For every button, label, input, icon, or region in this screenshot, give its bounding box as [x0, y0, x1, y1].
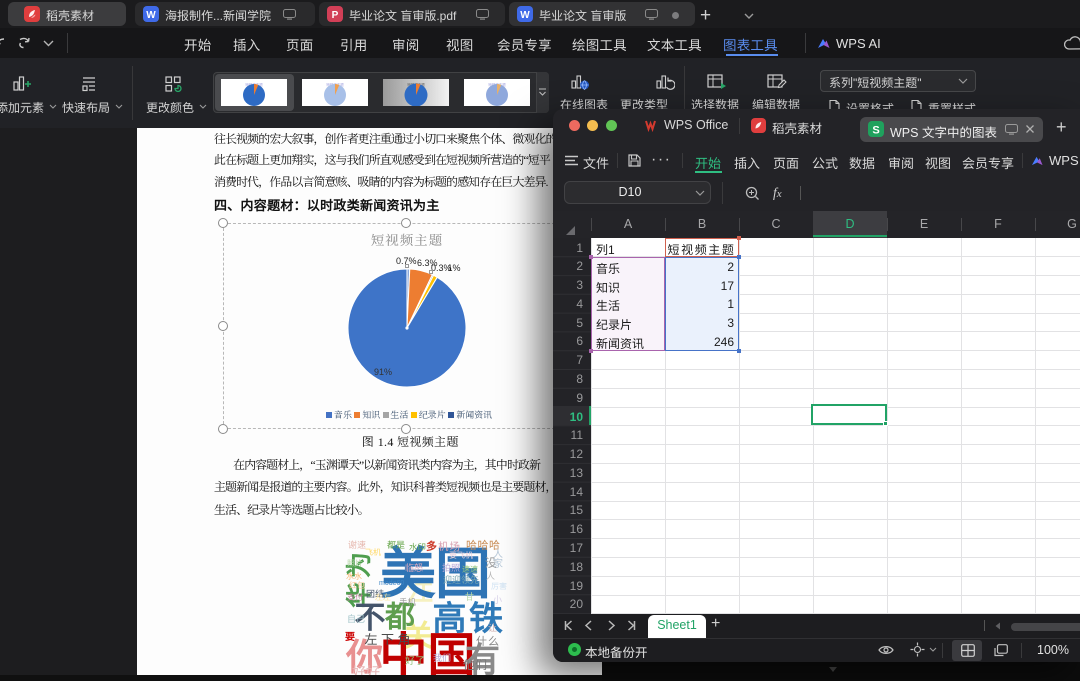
svg-text:S: S: [872, 125, 879, 137]
svg-text:W: W: [520, 10, 530, 21]
svg-text:W: W: [146, 10, 156, 21]
svg-text:P: P: [332, 10, 339, 21]
